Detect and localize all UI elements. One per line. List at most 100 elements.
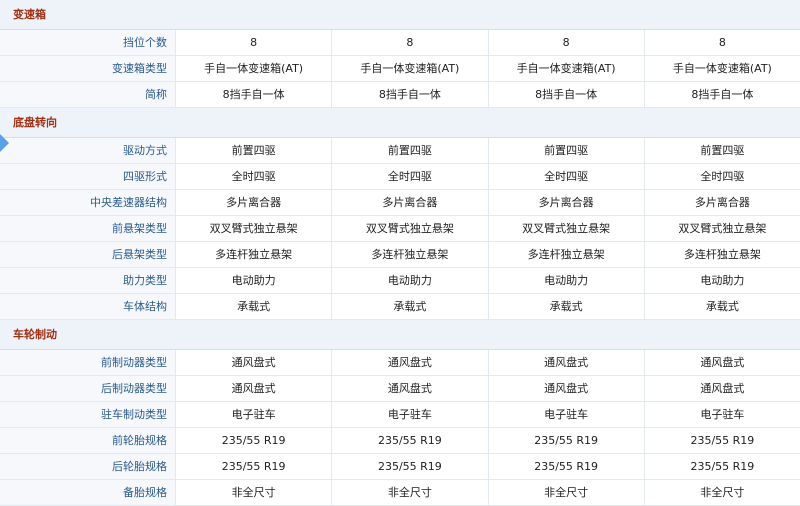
spec-value-cell: 全时四驱 bbox=[700, 170, 745, 183]
spec-value-cell: 多连杆独立悬架 bbox=[683, 248, 761, 261]
spec-value-cell: 电子驻车 bbox=[700, 408, 745, 421]
spec-value-cell: 电动助力 bbox=[176, 268, 333, 293]
spec-value-cell: 8 bbox=[718, 36, 726, 49]
spec-value-cell: 通风盘式 bbox=[489, 376, 645, 401]
spec-value-cell: 235/55 R19 bbox=[332, 454, 489, 479]
spec-value-cell: 8挡手自一体 bbox=[691, 88, 754, 101]
spec-value-cell: 通风盘式 bbox=[332, 376, 489, 401]
spec-value-cell: 235/55 R19 bbox=[489, 454, 645, 479]
spec-value-cell: 通风盘式 bbox=[700, 382, 745, 395]
spec-value-cell: 全时四驱 bbox=[489, 164, 645, 189]
spec-value-cell: 8挡手自一体 bbox=[332, 82, 489, 107]
spec-value-cell: 前置四驱 bbox=[489, 138, 645, 163]
section-header: 变速箱 bbox=[0, 0, 800, 30]
spec-value-cell: 多连杆独立悬架 bbox=[489, 242, 645, 267]
spec-value-cell: 手自一体变速箱(AT) bbox=[176, 56, 333, 81]
spec-row: 挡位个数 8 8 8 8 bbox=[0, 30, 800, 56]
spec-value-cell: 多片离合器 bbox=[332, 190, 489, 215]
spec-row: 后制动器类型 通风盘式 通风盘式 通风盘式 通风盘式 bbox=[0, 376, 800, 402]
spec-value-cell: 电动助力 bbox=[700, 274, 745, 287]
spec-value-cell: 235/55 R19 bbox=[176, 428, 333, 453]
spec-value-cell: 电子驻车 bbox=[332, 402, 489, 427]
spec-value-cell: 8 bbox=[332, 30, 489, 55]
spec-label: 驻车制动类型 bbox=[0, 402, 176, 427]
spec-label: 四驱形式 bbox=[0, 164, 176, 189]
spec-value-cell: 235/55 R19 bbox=[332, 428, 489, 453]
spec-value-cell: 8 bbox=[489, 30, 645, 55]
spec-label: 车体结构 bbox=[0, 294, 176, 319]
spec-value-cell: 电子驻车 bbox=[489, 402, 645, 427]
spec-value-cell: 235/55 R19 bbox=[690, 460, 755, 473]
spec-value-cell: 235/55 R19 bbox=[489, 428, 645, 453]
spec-value-cell: 手自一体变速箱(AT) bbox=[672, 62, 772, 75]
spec-label: 前制动器类型 bbox=[0, 350, 176, 375]
spec-value-cell: 多片离合器 bbox=[176, 190, 333, 215]
spec-value-cell: 双叉臂式独立悬架 bbox=[332, 216, 489, 241]
spec-label: 助力类型 bbox=[0, 268, 176, 293]
spec-value-cell: 前置四驱 bbox=[332, 138, 489, 163]
spec-label: 后轮胎规格 bbox=[0, 454, 176, 479]
spec-label: 中央差速器结构 bbox=[0, 190, 176, 215]
spec-row: 备胎规格 非全尺寸 非全尺寸 非全尺寸 非全尺寸 bbox=[0, 480, 800, 506]
spec-value-cell: 手自一体变速箱(AT) bbox=[489, 56, 645, 81]
spec-label: 前悬架类型 bbox=[0, 216, 176, 241]
spec-row: 变速箱类型 手自一体变速箱(AT) 手自一体变速箱(AT) 手自一体变速箱(AT) 手自… bbox=[0, 56, 800, 82]
spec-label: 前轮胎规格 bbox=[0, 428, 176, 453]
spec-value-cell: 前置四驱 bbox=[176, 138, 333, 163]
spec-value-cell: 双叉臂式独立悬架 bbox=[489, 216, 645, 241]
spec-row: 助力类型 电动助力 电动助力 电动助力 电动助力 bbox=[0, 268, 800, 294]
spec-value-cell: 承载式 bbox=[705, 300, 739, 313]
spec-row: 简称 8挡手自一体 8挡手自一体 8挡手自一体 8挡手自一体 bbox=[0, 82, 800, 108]
spec-value-cell: 多连杆独立悬架 bbox=[332, 242, 489, 267]
section-header: 车轮制动 bbox=[0, 320, 800, 350]
spec-label: 驱动方式 bbox=[0, 138, 176, 163]
spec-value-cell: 非全尺寸 bbox=[489, 480, 645, 505]
section-header: 底盘转向 bbox=[0, 108, 800, 138]
spec-value-cell: 多片离合器 bbox=[489, 190, 645, 215]
spec-label: 后制动器类型 bbox=[0, 376, 176, 401]
spec-value-cell: 非全尺寸 bbox=[700, 486, 745, 499]
spec-row: 中央差速器结构 多片离合器 多片离合器 多片离合器 多片离合器 bbox=[0, 190, 800, 216]
spec-value-cell: 非全尺寸 bbox=[332, 480, 489, 505]
spec-value-cell: 通风盘式 bbox=[176, 376, 333, 401]
spec-value-cell: 多片离合器 bbox=[694, 196, 750, 209]
spec-row: 前轮胎规格 235/55 R19 235/55 R19 235/55 R19 235/5… bbox=[0, 428, 800, 454]
spec-value-cell: 前置四驱 bbox=[700, 144, 745, 157]
spec-row: 车体结构 承载式 承载式 承载式 承载式 bbox=[0, 294, 800, 320]
spec-value-cell: 双叉臂式独立悬架 bbox=[678, 222, 767, 235]
spec-value-cell: 通风盘式 bbox=[332, 350, 489, 375]
section-nav-marker-icon[interactable] bbox=[0, 134, 9, 152]
spec-row: 前制动器类型 通风盘式 通风盘式 通风盘式 通风盘式 bbox=[0, 350, 800, 376]
spec-value-cell: 承载式 bbox=[489, 294, 645, 319]
spec-value-cell: 全时四驱 bbox=[332, 164, 489, 189]
spec-row: 前悬架类型 双叉臂式独立悬架 双叉臂式独立悬架 双叉臂式独立悬架 双叉臂式独立悬架 bbox=[0, 216, 800, 242]
spec-value-cell: 多连杆独立悬架 bbox=[176, 242, 333, 267]
spec-value-cell: 235/55 R19 bbox=[690, 434, 755, 447]
spec-value-cell: 通风盘式 bbox=[176, 350, 333, 375]
spec-table: 变速箱 挡位个数 8 8 8 8 变速箱类型 手自一体变速箱(AT) 手自一体变速箱(AT) 手自… bbox=[0, 0, 800, 506]
spec-row: 驱动方式 前置四驱 前置四驱 前置四驱 前置四驱 bbox=[0, 138, 800, 164]
spec-label: 挡位个数 bbox=[0, 30, 176, 55]
spec-value-cell: 通风盘式 bbox=[700, 356, 745, 369]
spec-label: 变速箱类型 bbox=[0, 56, 176, 81]
spec-value-cell: 手自一体变速箱(AT) bbox=[332, 56, 489, 81]
spec-value-cell: 承载式 bbox=[332, 294, 489, 319]
spec-value-cell: 电动助力 bbox=[332, 268, 489, 293]
spec-value-cell: 双叉臂式独立悬架 bbox=[176, 216, 333, 241]
spec-value-cell: 全时四驱 bbox=[176, 164, 333, 189]
spec-value-cell: 通风盘式 bbox=[489, 350, 645, 375]
spec-value-cell: 235/55 R19 bbox=[176, 454, 333, 479]
spec-label: 简称 bbox=[0, 82, 176, 107]
spec-row: 后悬架类型 多连杆独立悬架 多连杆独立悬架 多连杆独立悬架 多连杆独立悬架 bbox=[0, 242, 800, 268]
spec-row: 后轮胎规格 235/55 R19 235/55 R19 235/55 R19 235/5… bbox=[0, 454, 800, 480]
spec-label: 备胎规格 bbox=[0, 480, 176, 505]
spec-value-cell: 非全尺寸 bbox=[176, 480, 333, 505]
spec-value-cell: 电子驻车 bbox=[176, 402, 333, 427]
spec-value-cell: 8挡手自一体 bbox=[489, 82, 645, 107]
spec-value-cell: 8挡手自一体 bbox=[176, 82, 333, 107]
spec-value-cell: 8 bbox=[176, 30, 333, 55]
spec-row: 驻车制动类型 电子驻车 电子驻车 电子驻车 电子驻车 bbox=[0, 402, 800, 428]
spec-label: 后悬架类型 bbox=[0, 242, 176, 267]
spec-row: 四驱形式 全时四驱 全时四驱 全时四驱 全时四驱 bbox=[0, 164, 800, 190]
spec-value-cell: 电动助力 bbox=[489, 268, 645, 293]
